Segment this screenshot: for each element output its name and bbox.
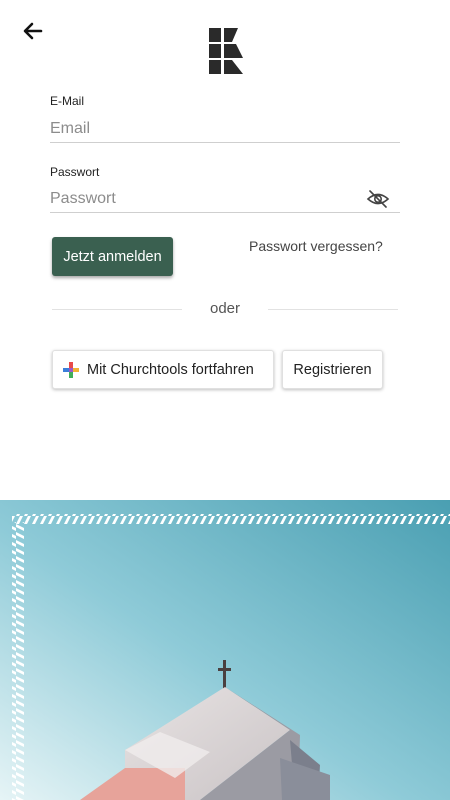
password-visibility-toggle[interactable]	[366, 188, 390, 210]
churchtools-button-label: Mit Churchtools fortfahren	[87, 361, 254, 378]
k-logo	[209, 28, 243, 74]
church-hero-image	[0, 500, 450, 800]
divider-or: oder	[209, 300, 241, 317]
divider-left	[52, 309, 182, 310]
register-button[interactable]: Registrieren	[282, 350, 383, 389]
app-logo	[207, 28, 245, 76]
login-button[interactable]: Jetzt anmelden	[52, 237, 173, 276]
password-input[interactable]	[50, 185, 400, 213]
divider-right	[268, 309, 398, 310]
eye-off-icon	[366, 190, 390, 208]
arrow-left-icon	[23, 22, 43, 40]
email-label: E-Mail	[50, 94, 85, 108]
email-input[interactable]	[50, 115, 400, 143]
password-label: Passwort	[50, 165, 100, 179]
churchtools-login-button[interactable]: Mit Churchtools fortfahren	[52, 350, 274, 389]
churchtools-cross-icon	[63, 361, 79, 378]
forgot-password-link[interactable]: Passwort vergessen?	[249, 238, 383, 254]
back-button[interactable]	[20, 18, 46, 44]
